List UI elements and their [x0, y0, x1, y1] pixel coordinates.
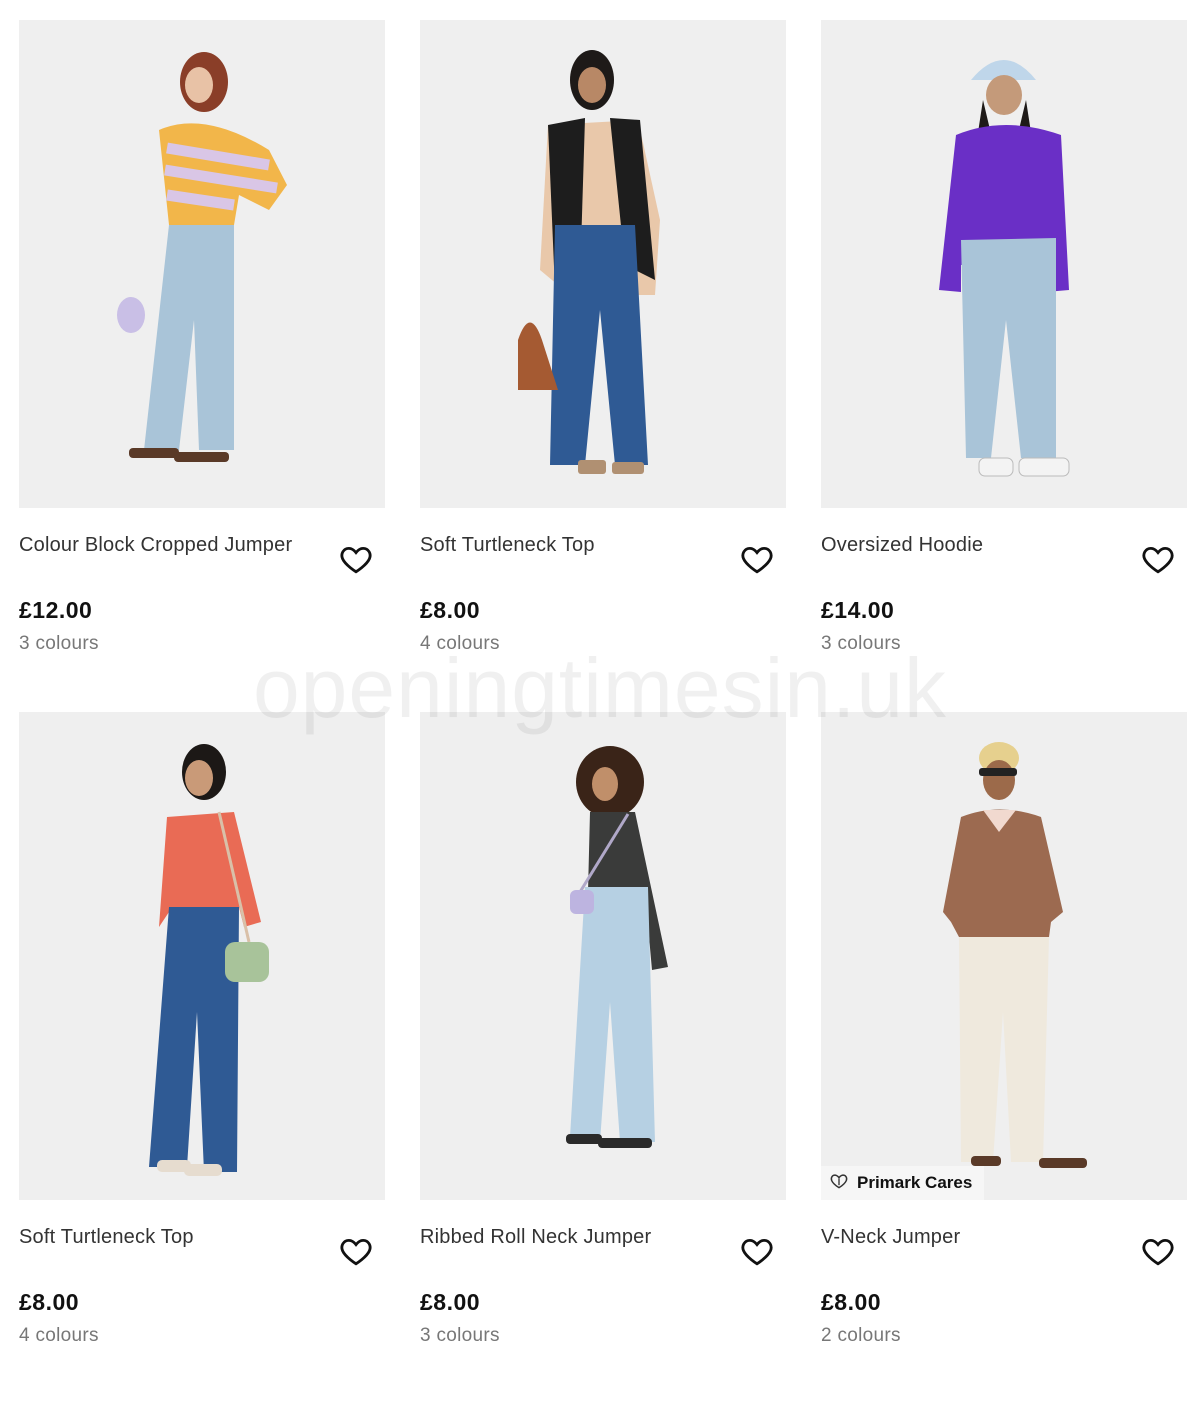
wishlist-heart-icon[interactable] — [740, 1234, 774, 1268]
product-colours[interactable]: 3 colours — [19, 633, 99, 655]
product-title[interactable]: Soft Turtleneck Top — [19, 1226, 319, 1249]
product-image[interactable] — [19, 712, 385, 1200]
wishlist-heart-icon[interactable] — [740, 542, 774, 576]
product-price: £8.00 — [19, 1289, 80, 1315]
product-title[interactable]: Oversized Hoodie — [821, 534, 1121, 557]
product-price: £12.00 — [19, 597, 93, 623]
product-title[interactable]: Ribbed Roll Neck Jumper — [420, 1226, 720, 1249]
primark-cares-badge: Primark Cares — [821, 1166, 985, 1200]
product-title[interactable]: Colour Block Cropped Jumper — [19, 534, 319, 557]
product-colours[interactable]: 3 colours — [420, 1325, 500, 1347]
product-image[interactable]: Primark Cares — [821, 712, 1187, 1200]
product-price: £8.00 — [420, 597, 481, 623]
product-card[interactable]: Soft Turtleneck Top £8.00 4 colours — [19, 712, 385, 1404]
product-colours[interactable]: 2 colours — [821, 1325, 901, 1347]
product-image[interactable] — [420, 20, 786, 508]
product-price: £14.00 — [821, 597, 895, 623]
wishlist-heart-icon[interactable] — [339, 542, 373, 576]
product-colours[interactable]: 3 colours — [821, 633, 901, 655]
wishlist-heart-icon[interactable] — [339, 1234, 373, 1268]
product-price: £8.00 — [821, 1289, 882, 1315]
wishlist-heart-icon[interactable] — [1141, 1234, 1175, 1268]
product-title[interactable]: V-Neck Jumper — [821, 1226, 1121, 1249]
product-image[interactable] — [821, 20, 1187, 508]
product-price: £8.00 — [420, 1289, 481, 1315]
product-image[interactable] — [19, 20, 385, 508]
product-card[interactable]: Colour Block Cropped Jumper £12.00 3 col… — [19, 20, 385, 712]
wishlist-heart-icon[interactable] — [1141, 542, 1175, 576]
badge-label: Primark Cares — [857, 1173, 973, 1192]
product-colours[interactable]: 4 colours — [420, 633, 500, 655]
product-grid: Colour Block Cropped Jumper £12.00 3 col… — [19, 20, 1189, 1404]
product-card[interactable]: Ribbed Roll Neck Jumper £8.00 3 colours — [420, 712, 786, 1404]
heart-leaf-icon — [829, 1171, 849, 1196]
product-card[interactable]: Soft Turtleneck Top £8.00 4 colours — [420, 20, 786, 712]
product-colours[interactable]: 4 colours — [19, 1325, 99, 1347]
product-card[interactable]: Primark Cares V-Neck Jumper £8.00 2 colo… — [821, 712, 1187, 1404]
product-card[interactable]: Oversized Hoodie £14.00 3 colours — [821, 20, 1187, 712]
product-image[interactable] — [420, 712, 786, 1200]
product-title[interactable]: Soft Turtleneck Top — [420, 534, 720, 557]
